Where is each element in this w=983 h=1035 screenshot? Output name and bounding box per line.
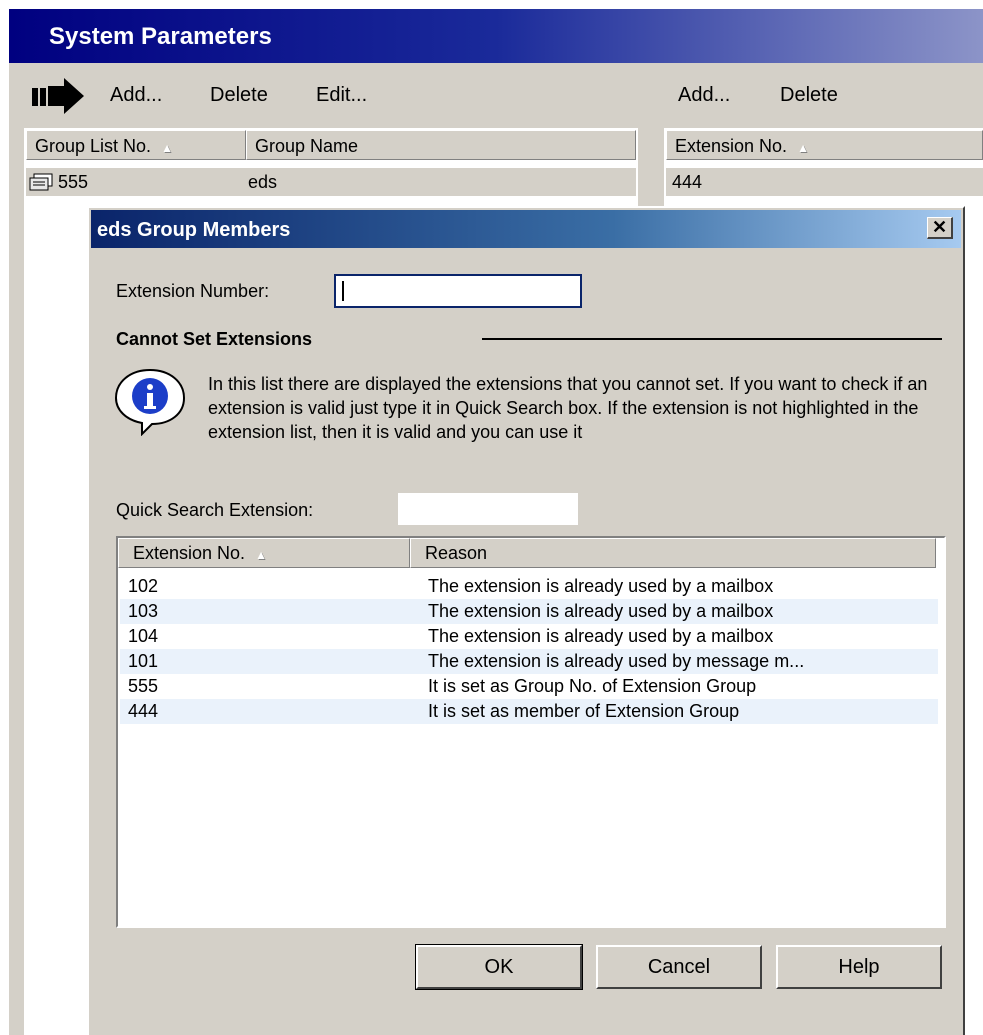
close-icon[interactable]: ✕ (927, 217, 953, 239)
ext-cell: 444 (128, 701, 159, 721)
quick-search-input[interactable] (398, 493, 578, 525)
group-name-header-label: Group Name (255, 136, 359, 156)
extension-no-cell: 444 (672, 172, 703, 192)
cancel-button[interactable]: Cancel (596, 945, 762, 989)
ok-button[interactable]: OK (415, 944, 583, 990)
ext-cell: 103 (128, 601, 159, 621)
help-button[interactable]: Help (776, 945, 942, 989)
table-header-reason-label: Reason (425, 543, 488, 563)
extension-number-input[interactable] (334, 274, 582, 308)
reason-cell: It is set as Group No. of Extension Grou… (428, 676, 757, 696)
group-no-cell: 555 (58, 172, 89, 192)
table-row[interactable]: 444 It is set as member of Extension Grou… (120, 699, 938, 724)
dialog-title-bar: eds Group Members ✕ (91, 210, 961, 248)
group-name-header[interactable]: Group Name (246, 130, 636, 160)
group-list-row[interactable]: 555 eds (26, 168, 636, 196)
table-header-extension-no-label: Extension No. (133, 543, 246, 563)
ext-cell: 101 (128, 651, 159, 671)
reason-cell: The extension is already used by message… (428, 651, 805, 671)
section-title: Cannot Set Extensions (116, 329, 313, 349)
ext-cell: 104 (128, 626, 159, 646)
group-name-cell: eds (248, 172, 278, 192)
table-row[interactable]: 104 The extension is already used by a ma… (120, 624, 938, 649)
cannot-set-extensions-table: Extension No. ▲ Reason 102 The extension i… (116, 536, 946, 928)
extension-list-row[interactable]: 444 (666, 168, 983, 196)
ext-cell: 102 (128, 576, 159, 596)
group-list-no-header[interactable]: Group List No. ▲ (26, 130, 246, 160)
group-edit-button[interactable]: Edit... (316, 84, 367, 107)
table-row[interactable]: 103 The extension is already used by a ma… (120, 599, 938, 624)
table-row[interactable]: 555 It is set as Group No. of Extension G… (120, 674, 938, 699)
info-text: In this list there are displayed the ext… (208, 374, 928, 442)
group-list-no-header-label: Group List No. (35, 136, 152, 156)
table-row[interactable]: 102 The extension is already used by a ma… (120, 574, 938, 599)
arrow-right-icon[interactable] (30, 76, 86, 121)
section-divider (482, 338, 942, 340)
extension-no-header[interactable]: Extension No. ▲ (666, 130, 983, 160)
extension-number-label: Extension Number: (116, 281, 270, 301)
reason-cell: The extension is already used by a mailb… (428, 626, 774, 646)
extension-delete-button[interactable]: Delete (780, 84, 838, 107)
ext-cell: 555 (128, 676, 159, 696)
info-icon (112, 366, 188, 441)
sort-ascending-icon: ▲ (797, 141, 809, 155)
table-row[interactable]: 101 The extension is already used by mess… (120, 649, 938, 674)
table-header-reason[interactable]: Reason (410, 538, 936, 568)
group-icon (28, 172, 54, 200)
text-caret (342, 281, 344, 301)
reason-cell: The extension is already used by a mailb… (428, 601, 774, 621)
extension-no-header-label: Extension No. (675, 136, 788, 156)
sort-ascending-icon: ▲ (255, 548, 267, 562)
reason-cell: The extension is already used by a mailb… (428, 576, 774, 596)
dialog-title: eds Group Members (97, 219, 291, 241)
window-title: System Parameters (49, 23, 272, 50)
group-delete-button[interactable]: Delete (210, 84, 268, 107)
table-header-extension-no[interactable]: Extension No. ▲ (118, 538, 410, 568)
sort-ascending-icon: ▲ (161, 141, 173, 155)
extension-add-button[interactable]: Add... (678, 84, 730, 107)
group-add-button[interactable]: Add... (110, 84, 162, 107)
quick-search-label: Quick Search Extension: (116, 500, 314, 520)
reason-cell: It is set as member of Extension Group (428, 701, 740, 721)
window-title-bar: System Parameters (9, 9, 983, 63)
